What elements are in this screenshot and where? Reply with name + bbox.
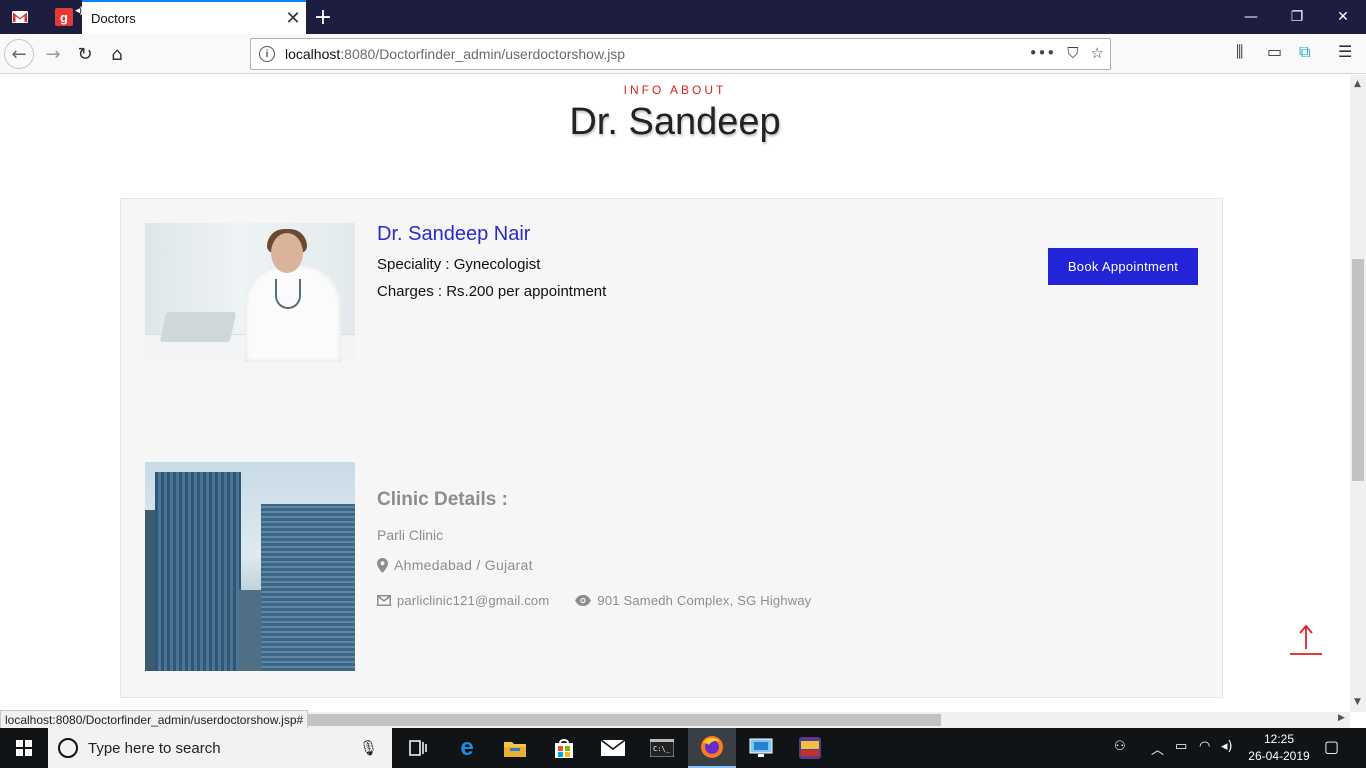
site-info-icon[interactable]: i xyxy=(259,46,275,62)
taskbar-search-box[interactable]: Type here to search 🎙 xyxy=(48,728,392,768)
taskbar: Type here to search 🎙 e C:\_ ⚇ ︿ ▭ ◠ ◂) … xyxy=(0,728,1366,768)
clock-time: 12:25 xyxy=(1263,732,1295,746)
home-icon[interactable]: ⌂ xyxy=(102,39,132,69)
microphone-icon[interactable]: 🎙 xyxy=(359,739,378,757)
new-tab-button[interactable]: + xyxy=(308,0,338,34)
doctor-name: Dr. Sandeep Nair xyxy=(377,223,531,245)
clock-date: 26-04-2019 xyxy=(1248,749,1310,763)
firefox-icon[interactable] xyxy=(688,728,736,768)
battery-icon[interactable]: ▭ xyxy=(1175,739,1187,754)
tab-title: Doctors xyxy=(91,10,136,26)
action-center-icon[interactable]: ▢ xyxy=(1324,737,1339,756)
close-window-icon[interactable]: ✕ xyxy=(1320,0,1366,34)
clinic-photo xyxy=(145,462,355,671)
scroll-up-arrow-icon[interactable]: ▲ xyxy=(1354,79,1361,89)
game-app-icon[interactable] xyxy=(786,728,834,768)
url-path: :8080/Doctorfinder_admin/userdoctorshow.… xyxy=(340,46,626,62)
book-appointment-button[interactable]: Book Appointment xyxy=(1048,248,1198,285)
clinic-address: 901 Samedh Complex, SG Highway xyxy=(597,593,812,608)
section-kicker: INFO ABOUT xyxy=(623,83,727,97)
clinic-location: Ahmedabad / Gujarat xyxy=(377,557,533,573)
page-viewport: INFO ABOUT Dr. Sandeep Dr. Sandeep Nair … xyxy=(0,75,1350,710)
system-clock[interactable]: 12:25 26-04-2019 xyxy=(1246,731,1312,765)
clinic-contact: parliclinic121@gmail.com 901 Samedh Comp… xyxy=(377,593,812,608)
people-icon[interactable]: ⚇ xyxy=(1114,739,1126,754)
envelope-icon xyxy=(377,595,391,606)
taskbar-search-placeholder: Type here to search xyxy=(88,739,221,757)
command-prompt-icon[interactable]: C:\_ xyxy=(638,728,686,768)
tab-doctors[interactable]: Doctors ✕ xyxy=(82,0,306,34)
tab-bar: g ◂) Doctors ✕ + — ❐ ✕ xyxy=(0,0,1366,34)
minimize-icon[interactable]: — xyxy=(1228,0,1274,34)
vertical-scrollbar[interactable]: ▲ ▼ xyxy=(1350,75,1366,712)
volume-icon[interactable]: ◂) xyxy=(1221,739,1233,754)
svg-text:C:\_: C:\_ xyxy=(653,745,671,753)
status-bar-url: localhost:8080/Doctorfinder_admin/userdo… xyxy=(0,710,309,729)
bookmark-star-icon[interactable]: ☆ xyxy=(1091,44,1104,62)
doctor-photo xyxy=(145,223,355,362)
gmail-icon xyxy=(12,11,28,23)
mail-icon[interactable] xyxy=(589,728,637,768)
address-bar[interactable]: i localhost :8080/Doctorfinder_admin/use… xyxy=(250,38,1111,70)
navigation-bar: ← → ↻ ⌂ i localhost :8080/Doctorfinder_a… xyxy=(0,34,1366,74)
remote-desktop-icon[interactable] xyxy=(737,728,785,768)
clinic-email: parliclinic121@gmail.com xyxy=(397,593,550,608)
task-view-icon[interactable] xyxy=(394,728,442,768)
edge-browser-icon[interactable]: e xyxy=(443,728,491,768)
show-hidden-icons-icon[interactable]: ︿ xyxy=(1151,739,1164,758)
url-host: localhost xyxy=(285,46,341,62)
library-icon[interactable]: ⫼ xyxy=(1236,42,1243,62)
restore-icon[interactable]: ❐ xyxy=(1274,0,1320,34)
file-explorer-icon[interactable] xyxy=(491,728,539,768)
pinned-tab-g[interactable]: g ◂) xyxy=(44,0,84,34)
windows-logo-icon xyxy=(16,740,32,756)
pinned-tab-gmail[interactable] xyxy=(0,0,40,34)
sync-icon[interactable]: ⧉ xyxy=(1299,42,1310,62)
page-actions-icon[interactable]: ••• xyxy=(1029,44,1056,62)
store-icon[interactable] xyxy=(540,728,588,768)
windows-start-button[interactable] xyxy=(0,728,48,768)
clinic-location-text: Ahmedabad / Gujarat xyxy=(394,557,533,573)
scroll-right-arrow-icon[interactable]: ▶ xyxy=(1338,713,1345,723)
horizontal-scroll-thumb[interactable] xyxy=(306,714,941,726)
forward-arrow-icon[interactable]: → xyxy=(38,39,68,69)
scroll-down-arrow-icon[interactable]: ▼ xyxy=(1354,697,1361,707)
clinic-name: Parli Clinic xyxy=(377,527,444,543)
cortana-icon xyxy=(58,738,78,758)
doctor-speciality: Speciality : Gynecologist xyxy=(377,256,541,273)
eye-icon xyxy=(575,595,592,606)
doctor-card: Dr. Sandeep Nair Speciality : Gynecologi… xyxy=(120,198,1223,698)
doctor-charges: Charges : Rs.200 per appointment xyxy=(377,283,607,300)
map-marker-icon xyxy=(377,557,388,573)
wifi-icon[interactable]: ◠ xyxy=(1199,739,1210,754)
clinic-details-heading: Clinic Details : xyxy=(377,489,508,510)
pinned-tab-letter: g xyxy=(60,9,68,25)
reload-icon[interactable]: ↻ xyxy=(70,39,100,69)
vertical-scroll-thumb[interactable] xyxy=(1352,259,1364,481)
pocket-icon[interactable]: ⛉ xyxy=(1067,44,1078,62)
page-title: Dr. Sandeep xyxy=(569,101,781,143)
sidebar-icon[interactable]: ▭ xyxy=(1267,42,1282,61)
scroll-to-top-arrow-icon[interactable] xyxy=(1290,623,1322,657)
close-tab-icon[interactable]: ✕ xyxy=(280,8,306,29)
menu-icon[interactable]: ☰ xyxy=(1338,42,1352,61)
g-app-icon: g ◂) xyxy=(55,5,83,26)
back-arrow-icon[interactable]: ← xyxy=(4,39,34,69)
